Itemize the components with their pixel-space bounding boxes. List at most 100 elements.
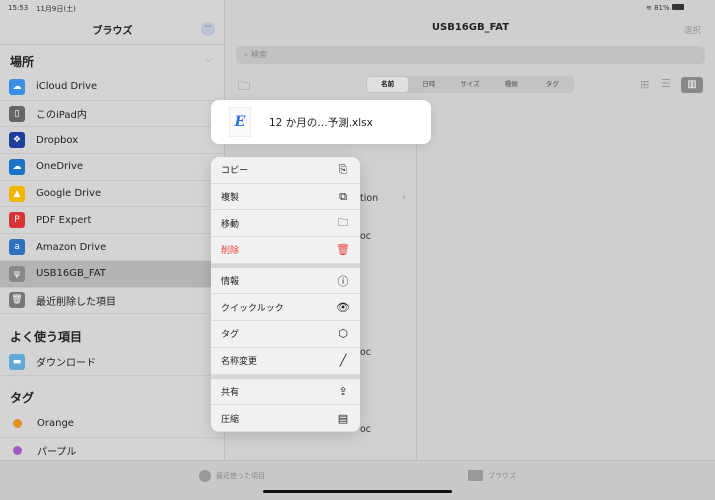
sidebar-item-dropbox[interactable]: ❖ Dropbox	[0, 127, 225, 155]
tag-icon: ⬡	[338, 327, 348, 341]
icloud-icon: ☁	[9, 78, 25, 95]
sort-name[interactable]: 名前	[367, 77, 409, 92]
sort-size[interactable]: サイズ	[449, 77, 490, 92]
menu-item-label: 移動	[221, 219, 240, 230]
menu-item-archive[interactable]: 圧縮 ▤	[211, 405, 360, 432]
menu-item-label: 共有	[221, 387, 240, 398]
chevron-down-icon[interactable]: ⌵	[205, 55, 212, 65]
sidebar-item-icloud[interactable]: ☁ iCloud Drive	[0, 74, 225, 101]
status-battery: ≋ 81%	[646, 4, 684, 12]
search-icon: ⌕	[244, 50, 252, 59]
sort-segmented-control[interactable]: 名前 日時 サイズ 種類 タグ	[366, 76, 574, 93]
tag-dot-icon	[13, 419, 22, 429]
folder-icon: 🗀	[337, 215, 349, 229]
select-button[interactable]: 選択	[684, 24, 701, 36]
list-view-icon[interactable]: ☰	[661, 77, 671, 90]
sidebar-item-downloads[interactable]: ▬ ダウンロード	[0, 349, 225, 376]
pdf-expert-icon: P	[9, 212, 25, 229]
sidebar-item-google-drive[interactable]: ▲ Google Drive	[0, 181, 225, 208]
sidebar-item-label: パープル	[37, 446, 77, 458]
column-view-button[interactable]: ▥	[681, 77, 703, 93]
sort-kind[interactable]: 種類	[491, 77, 532, 92]
sidebar-item-label: iCloud Drive	[36, 81, 98, 93]
sidebar-item-label: Orange	[37, 418, 74, 430]
file-item-name[interactable]: tion	[360, 193, 378, 204]
tab-recents[interactable]: 最近使った項目	[199, 470, 265, 482]
wifi-icon: ≋	[646, 4, 655, 12]
menu-item-label: 情報	[221, 277, 240, 288]
sort-date[interactable]: 日時	[408, 77, 449, 92]
menu-item-trash[interactable]: 削除 🗑	[211, 237, 360, 264]
menu-item-duplicate[interactable]: 複製 ⧉	[211, 184, 360, 211]
sidebar-tag-orange[interactable]: Orange	[0, 411, 225, 438]
battery-percent: 81%	[654, 4, 670, 12]
tab-browse[interactable]: ブラウズ	[468, 470, 516, 481]
file-item-name[interactable]: oc	[360, 347, 371, 358]
status-time: 15:53	[8, 4, 29, 12]
menu-item-folder[interactable]: 移動 🗀	[211, 210, 360, 238]
sort-tags[interactable]: タグ	[532, 77, 573, 92]
sidebar-item-pdf-expert[interactable]: P PDF Expert	[0, 208, 225, 235]
battery-icon	[671, 4, 684, 10]
tab-label: 最近使った項目	[216, 472, 265, 480]
info-icon: ⓘ	[337, 274, 349, 288]
sidebar-item-trash[interactable]: 🗑 最近削除した項目	[0, 288, 225, 315]
menu-item-info[interactable]: 情報 ⓘ	[211, 268, 360, 295]
tab-bar: 最近使った項目 ブラウズ	[0, 460, 715, 500]
chevron-right-icon: ›	[402, 192, 406, 203]
dropbox-icon: ❖	[9, 132, 25, 149]
pencil-icon: ╱	[339, 354, 347, 368]
new-folder-icon[interactable]: 🗀	[238, 77, 250, 98]
status-date: 11月9日(土)	[36, 5, 76, 13]
page-title: USB16GB_FAT	[431, 22, 510, 33]
menu-item-label: クイックルック	[221, 303, 284, 314]
usb-icon: ψ	[9, 265, 25, 282]
search-input[interactable]: ⌕ 検索	[236, 46, 705, 64]
amazon-drive-icon: a	[9, 239, 25, 256]
sidebar-item-amazon-drive[interactable]: a Amazon Drive	[0, 234, 225, 261]
sidebar-item-label: Amazon Drive	[36, 241, 107, 253]
search-placeholder: 検索	[251, 50, 268, 59]
sidebar-item-label: OneDrive	[36, 161, 84, 173]
menu-item-eye[interactable]: クイックルック 👁	[211, 294, 360, 322]
excel-file-icon: E	[229, 107, 251, 137]
archive-icon: ▤	[337, 411, 349, 425]
trash-icon: 🗑	[336, 243, 350, 257]
file-item-name[interactable]: oc	[360, 231, 371, 242]
menu-item-share[interactable]: 共有 ⇪	[211, 379, 360, 406]
copy-icon: ⎘	[338, 162, 348, 176]
clock-icon	[199, 470, 211, 482]
preview-filename: 12 か月の…予測.xlsx	[269, 116, 373, 129]
sidebar-item-ipad[interactable]: ▯ このiPad内	[0, 101, 225, 128]
tag-dot-icon	[13, 445, 22, 455]
duplicate-icon: ⧉	[339, 189, 347, 203]
menu-item-label: タグ	[221, 330, 240, 341]
locations-header[interactable]: 場所	[10, 53, 34, 70]
sidebar: 15:53 11月9日(土) ブラウズ ··· 場所 ⌵ ☁ iCloud Dri…	[0, 0, 225, 460]
tab-label: ブラウズ	[488, 471, 516, 480]
menu-item-tag[interactable]: タグ ⬡	[211, 321, 360, 348]
folder-icon	[468, 470, 483, 481]
sidebar-item-label: 最近削除した項目	[36, 296, 116, 308]
sidebar-item-label: ダウンロード	[36, 358, 96, 370]
sidebar-item-usb[interactable]: ψ USB16GB_FAT	[0, 260, 225, 288]
sidebar-item-label: Google Drive	[36, 188, 102, 200]
favorites-header[interactable]: よく使う項目	[10, 328, 82, 345]
tags-header[interactable]: タグ	[10, 389, 34, 406]
onedrive-icon: ☁	[9, 158, 25, 175]
trash-icon: 🗑	[9, 292, 25, 309]
menu-item-label: 圧縮	[221, 414, 240, 425]
sidebar-item-label: PDF Expert	[36, 214, 92, 226]
menu-item-pencil[interactable]: 名称変更 ╱	[211, 348, 360, 375]
ipad-icon: ▯	[9, 105, 25, 122]
more-options-button[interactable]: ···	[201, 22, 215, 36]
menu-item-label: 削除	[221, 246, 240, 257]
grid-view-icon[interactable]: ⊞	[640, 78, 649, 91]
menu-item-label: コピー	[221, 166, 249, 177]
sidebar-item-label: このiPad内	[36, 110, 87, 122]
menu-item-label: 名称変更	[221, 357, 258, 368]
home-indicator[interactable]	[263, 490, 452, 493]
menu-item-copy[interactable]: コピー ⎘	[211, 157, 360, 184]
sidebar-item-onedrive[interactable]: ☁ OneDrive	[0, 154, 225, 181]
file-item-name[interactable]: oc	[360, 424, 371, 435]
